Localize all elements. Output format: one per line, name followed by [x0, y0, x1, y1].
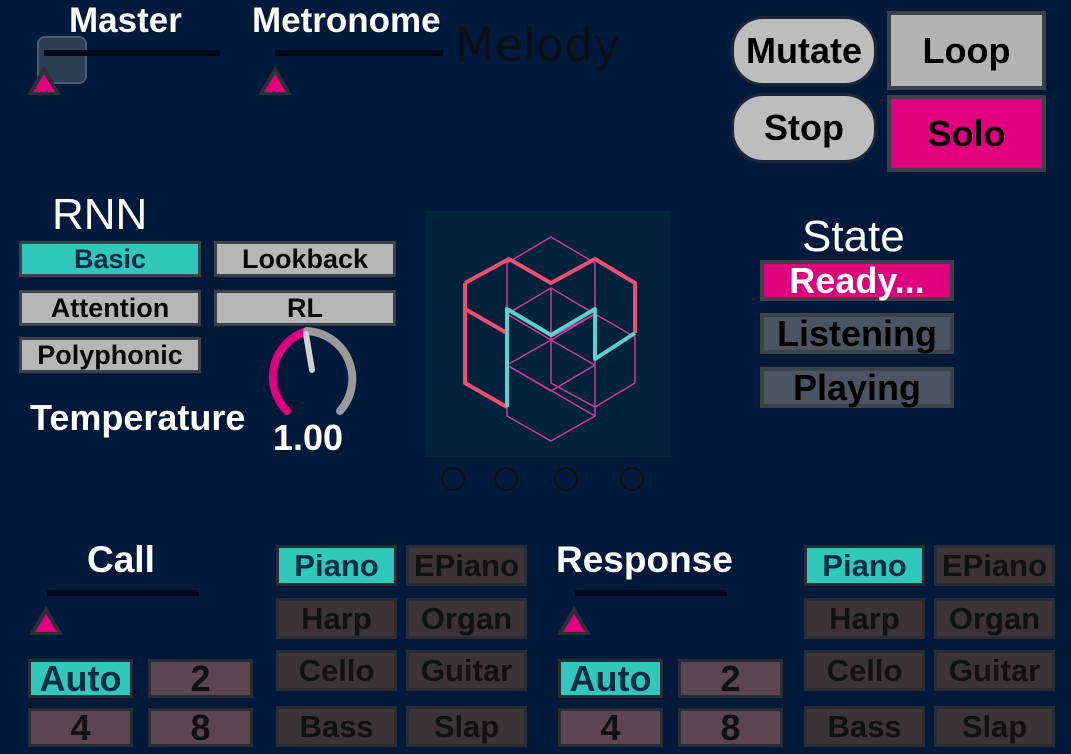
logo-panel: [425, 211, 671, 457]
rnn-polyphonic-button[interactable]: Polyphonic: [19, 337, 201, 373]
call-length-8[interactable]: 8: [148, 708, 253, 747]
call-instrument-harp[interactable]: Harp: [276, 598, 397, 639]
call-instrument-guitar[interactable]: Guitar: [406, 650, 527, 691]
response-instrument-piano[interactable]: Piano: [804, 545, 925, 586]
metronome-slider-handle[interactable]: [258, 66, 292, 95]
stop-button[interactable]: Stop: [731, 93, 877, 163]
rnn-basic-button[interactable]: Basic: [19, 241, 201, 277]
pad-dot-3[interactable]: [554, 467, 578, 491]
state-title: State: [802, 212, 905, 261]
temperature-label: Temperature: [30, 397, 246, 438]
call-slider-handle[interactable]: [29, 606, 63, 635]
call-instrument-bass[interactable]: Bass: [276, 706, 397, 747]
loop-button[interactable]: Loop: [887, 11, 1046, 90]
response-instrument-slap[interactable]: Slap: [934, 706, 1055, 747]
rnn-lookback-button[interactable]: Lookback: [214, 241, 396, 277]
master-slider-handle[interactable]: [27, 66, 61, 95]
pad-dot-1[interactable]: [441, 467, 465, 491]
solo-button[interactable]: Solo: [887, 95, 1046, 172]
call-length-auto[interactable]: Auto: [28, 659, 133, 698]
melody-label: Melody: [455, 18, 621, 72]
call-instrument-slap[interactable]: Slap: [406, 706, 527, 747]
response-instrument-guitar[interactable]: Guitar: [934, 650, 1055, 691]
call-instrument-organ[interactable]: Organ: [406, 598, 527, 639]
temperature-value: 1.00: [273, 417, 344, 458]
call-instrument-piano[interactable]: Piano: [276, 545, 397, 586]
response-length-2[interactable]: 2: [678, 659, 783, 698]
call-instrument-epiano[interactable]: EPiano: [406, 545, 527, 586]
response-instrument-organ[interactable]: Organ: [934, 598, 1055, 639]
call-length-2[interactable]: 2: [148, 659, 253, 698]
call-title: Call: [87, 539, 155, 580]
state-playing: Playing: [760, 367, 954, 408]
rnn-title: RNN: [52, 190, 148, 239]
response-length-4[interactable]: 4: [558, 708, 663, 747]
master-label: Master: [69, 1, 182, 40]
temperature-dial[interactable]: [252, 318, 368, 422]
response-slider-track[interactable]: [575, 590, 727, 596]
metronome-label: Metronome: [252, 1, 441, 40]
response-instrument-bass[interactable]: Bass: [804, 706, 925, 747]
call-instrument-cello[interactable]: Cello: [276, 650, 397, 691]
metronome-slider-track[interactable]: [275, 50, 443, 56]
response-length-8[interactable]: 8: [678, 708, 783, 747]
call-slider-track[interactable]: [47, 590, 199, 596]
rnn-attention-button[interactable]: Attention: [19, 290, 201, 326]
pad-dot-4[interactable]: [620, 467, 644, 491]
response-title: Response: [556, 539, 733, 580]
call-length-4[interactable]: 4: [28, 708, 133, 747]
pad-dot-2[interactable]: [494, 467, 518, 491]
master-slider-track[interactable]: [44, 50, 220, 56]
state-ready: Ready...: [760, 260, 954, 301]
mutate-button[interactable]: Mutate: [731, 16, 877, 86]
response-length-auto[interactable]: Auto: [558, 659, 663, 698]
magenta-hexagon-logo-icon: [463, 236, 637, 442]
response-instrument-epiano[interactable]: EPiano: [934, 545, 1055, 586]
state-listening: Listening: [760, 313, 954, 354]
temperature-dial-needle: [303, 331, 315, 373]
response-slider-handle[interactable]: [557, 606, 591, 635]
response-instrument-cello[interactable]: Cello: [804, 650, 925, 691]
response-instrument-harp[interactable]: Harp: [804, 598, 925, 639]
